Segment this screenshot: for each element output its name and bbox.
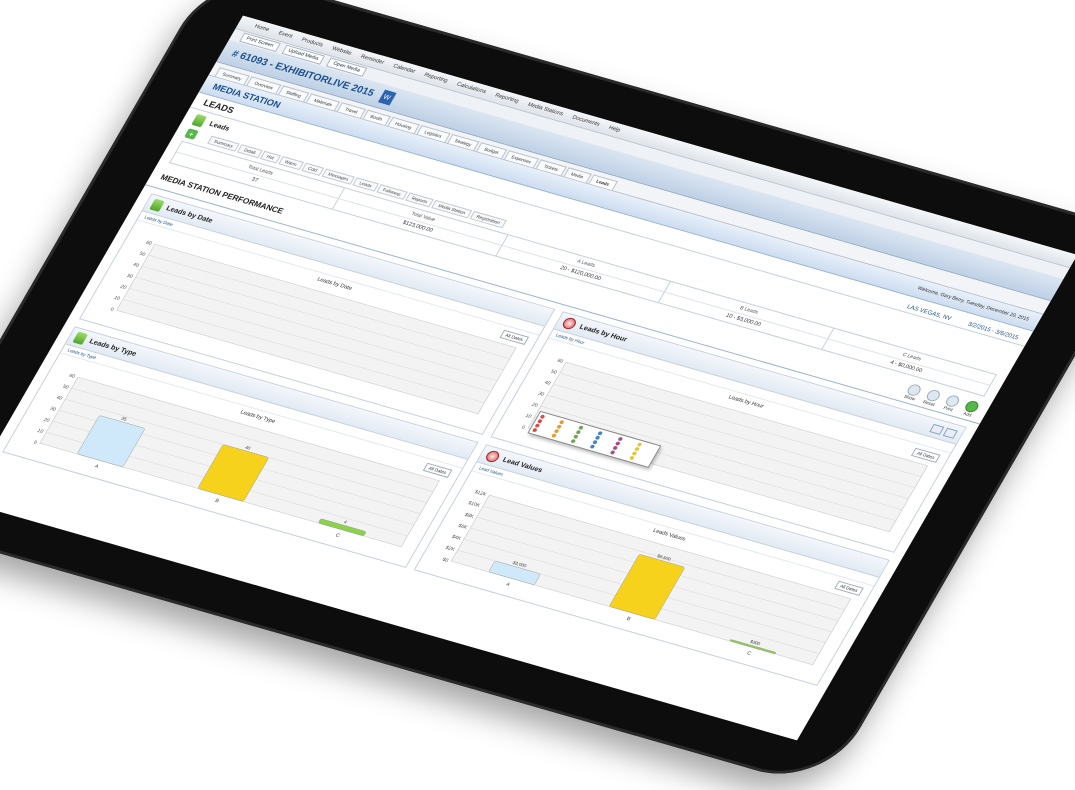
- y-tick-label: 60: [68, 373, 77, 380]
- menu-item-11[interactable]: Help: [607, 125, 621, 133]
- y-tick-label: $10K: [467, 500, 482, 509]
- reset-button[interactable]: Reset: [922, 388, 943, 407]
- menu-item-3[interactable]: Website: [331, 46, 353, 57]
- tag-icon: [483, 449, 502, 464]
- leads-icon: [191, 113, 208, 128]
- x-tick-label: B: [625, 616, 632, 622]
- legend-swatch: [551, 433, 558, 438]
- menu-item-6[interactable]: Reporting: [423, 72, 449, 84]
- export-icon[interactable]: [929, 423, 945, 435]
- show-button[interactable]: Show: [903, 383, 923, 401]
- legend-swatch: [628, 455, 635, 461]
- chart-icon: [149, 198, 165, 212]
- y-tick-label: 0: [32, 440, 38, 446]
- menu-item-2[interactable]: Products: [300, 37, 324, 48]
- legend-swatch: [589, 444, 596, 450]
- y-tick-label: 10: [524, 413, 533, 420]
- y-tick-label: 50: [138, 251, 147, 258]
- legend-swatch: [609, 449, 616, 455]
- y-tick-label: 50: [61, 384, 70, 391]
- y-tick-label: 30: [49, 406, 58, 413]
- y-tick-label: 50: [550, 369, 559, 376]
- y-tick-label: 30: [537, 391, 546, 398]
- menu-item-5[interactable]: Calendar: [392, 63, 417, 75]
- menu-item-4[interactable]: Reminder: [359, 54, 385, 66]
- y-tick-label: 0: [109, 307, 115, 313]
- y-tick-label: 10: [36, 428, 45, 435]
- y-tick-label: 0: [520, 425, 526, 431]
- add-label: Add: [962, 410, 973, 418]
- add-icon[interactable]: +: [184, 128, 199, 140]
- x-tick-label: B: [214, 498, 221, 504]
- x-tick-label: C: [746, 651, 753, 657]
- y-tick-label: 40: [543, 380, 552, 387]
- menu-item-0[interactable]: Home: [253, 24, 270, 33]
- y-tick-label: $2K: [444, 545, 456, 553]
- y-tick-label: $12K: [473, 489, 488, 498]
- y-tick-label: 60: [144, 240, 153, 247]
- word-document-icon[interactable]: W: [377, 89, 397, 106]
- chart-icon: [72, 331, 89, 345]
- legend-swatch: [570, 438, 577, 444]
- y-tick-label: 10: [113, 295, 122, 302]
- y-tick-label: 40: [132, 262, 141, 269]
- y-tick-label: 20: [530, 402, 539, 409]
- add-button[interactable]: Add: [960, 399, 981, 418]
- y-tick-label: 20: [119, 284, 128, 291]
- menu-item-1[interactable]: Event: [277, 30, 294, 39]
- y-tick-label: 60: [556, 358, 565, 365]
- y-tick-label: $6K: [457, 523, 469, 531]
- clock-icon: [560, 316, 579, 331]
- tablet-device: Home Event Products Website Reminder Calendar…: [0, 0, 1075, 790]
- x-tick-label: A: [93, 464, 100, 470]
- y-tick-label: $0: [441, 557, 450, 564]
- tablet-screen: Home Event Products Website Reminder Calendar…: [0, 15, 1075, 741]
- print-button[interactable]: Print: [941, 394, 962, 412]
- y-tick-label: $4K: [450, 534, 462, 542]
- y-tick-label: 30: [125, 273, 134, 280]
- y-tick-label: 20: [42, 417, 51, 424]
- menu-item-8[interactable]: Reporting: [494, 93, 520, 105]
- legend-swatch: [531, 427, 538, 433]
- excel-icon[interactable]: [942, 427, 959, 439]
- x-tick-label: C: [334, 533, 341, 539]
- x-tick-label: A: [505, 582, 512, 588]
- leads-sub-label: Leads: [207, 120, 231, 133]
- y-tick-label: $8K: [463, 512, 475, 520]
- y-tick-label: 40: [55, 395, 64, 402]
